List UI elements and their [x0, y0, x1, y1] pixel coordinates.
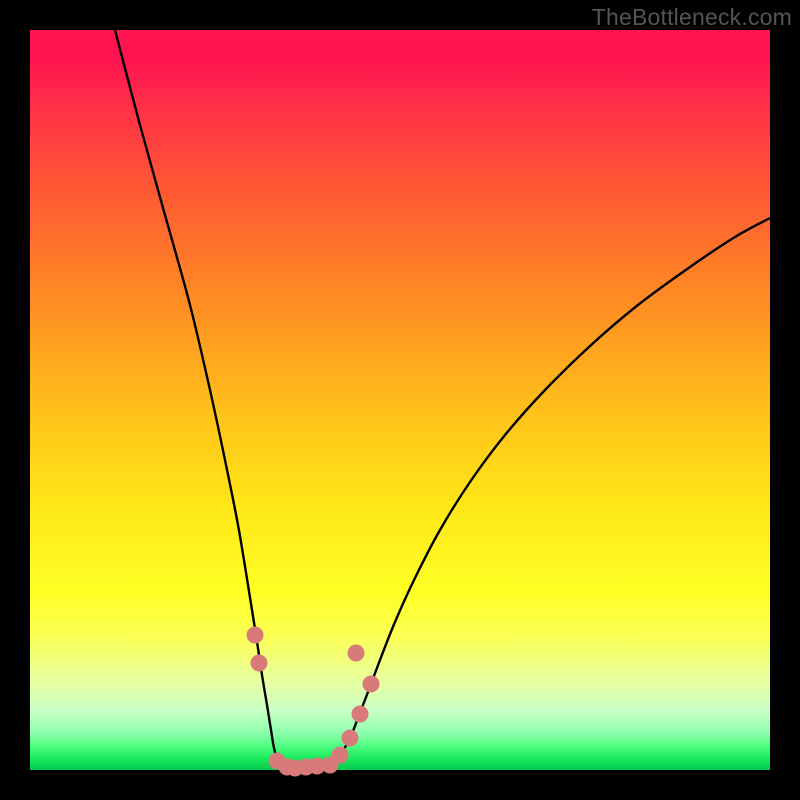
marker-dot [348, 645, 365, 662]
curve-right-branch [320, 218, 770, 767]
marker-dot [363, 676, 380, 693]
watermark-text: TheBottleneck.com [592, 4, 792, 31]
outer-black-frame: TheBottleneck.com [0, 0, 800, 800]
marker-dot [247, 627, 264, 644]
marker-dot [251, 655, 268, 672]
plot-area [30, 30, 770, 770]
chart-svg [30, 30, 770, 770]
curve-left-branch [115, 30, 320, 769]
marker-dot [342, 730, 359, 747]
marker-dot [332, 747, 349, 764]
marker-dot [352, 706, 369, 723]
